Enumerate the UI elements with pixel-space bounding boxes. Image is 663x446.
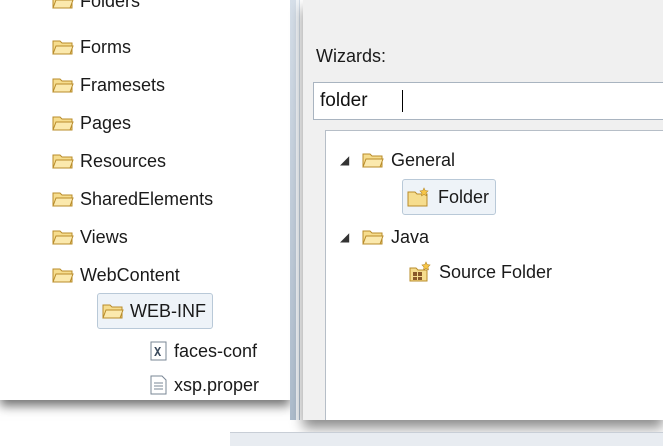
tree-item-resources[interactable]: Resources xyxy=(52,146,166,176)
project-explorer-tree: Folders Forms Framesets Pages Resources … xyxy=(0,0,290,400)
folder-icon xyxy=(52,76,74,94)
tree-item-framesets[interactable]: Framesets xyxy=(52,70,165,100)
folder-icon xyxy=(102,302,124,320)
background-window-edge xyxy=(230,432,663,446)
folder-icon xyxy=(52,114,74,132)
tree-item-label: xsp.proper xyxy=(174,375,260,395)
folder-icon xyxy=(52,0,74,10)
tree-item-label: Forms xyxy=(80,37,131,57)
folder-icon xyxy=(362,228,384,246)
tree-item-pages[interactable]: Pages xyxy=(52,108,131,138)
xml-file-icon: X xyxy=(150,341,168,361)
expanded-twisty-icon[interactable]: ◢ xyxy=(340,230,354,244)
tree-item-forms[interactable]: Forms xyxy=(52,32,131,62)
tree-item-label: Views xyxy=(80,227,128,247)
wizard-item-label: Source Folder xyxy=(439,261,553,282)
tree-item-label: Framesets xyxy=(80,75,166,95)
folder-icon xyxy=(52,190,74,208)
wizard-category-label: General xyxy=(391,149,456,170)
tree-item-webcontent[interactable]: WebContent xyxy=(52,260,180,290)
wizard-item-folder[interactable]: Folder xyxy=(402,179,497,215)
wizard-category-label: Java xyxy=(391,226,430,247)
tree-item-label: SharedElements xyxy=(80,189,214,209)
tree-scrollbar-highlight xyxy=(296,0,299,420)
folder-icon xyxy=(362,151,384,169)
tree-item-label: Pages xyxy=(80,113,132,133)
wizard-filter-input[interactable] xyxy=(313,82,663,120)
folder-icon xyxy=(52,152,74,170)
wizard-category-java[interactable]: ◢ Java xyxy=(340,222,429,252)
text-caret xyxy=(402,90,403,112)
tree-item-label: WebContent xyxy=(80,265,180,285)
tree-item-folders[interactable]: Folders xyxy=(52,0,140,16)
folder-icon xyxy=(52,38,74,56)
tree-item-web-inf[interactable]: WEB-INF xyxy=(97,293,213,329)
tree-item-faces-config[interactable]: X faces-conf xyxy=(150,336,257,366)
wizards-label: Wizards: xyxy=(316,46,387,66)
new-folder-icon xyxy=(407,187,431,207)
tree-item-views[interactable]: Views xyxy=(52,222,128,252)
svg-text:X: X xyxy=(154,345,162,359)
wizard-tree: ◢ General Folder ◢ Java Source Folder xyxy=(325,130,663,420)
wizard-item-source-folder[interactable]: Source Folder xyxy=(408,257,552,287)
wizard-category-general[interactable]: ◢ General xyxy=(340,145,455,175)
folder-icon xyxy=(52,266,74,284)
wizard-item-label: Folder xyxy=(438,186,490,207)
tree-item-xsp-properties[interactable]: xsp.proper xyxy=(150,370,259,400)
tree-item-sharedelements[interactable]: SharedElements xyxy=(52,184,213,214)
new-source-folder-icon xyxy=(408,261,432,283)
tree-item-label: faces-conf xyxy=(174,341,258,361)
expanded-twisty-icon[interactable]: ◢ xyxy=(340,153,354,167)
tree-item-label: Resources xyxy=(80,151,167,171)
folder-icon xyxy=(52,228,74,246)
new-wizard-dialog: Wizards: ◢ General Folder ◢ Java xyxy=(303,0,663,420)
tree-item-label: Folders xyxy=(80,0,141,11)
tree-item-label: WEB-INF xyxy=(130,301,206,321)
text-file-icon xyxy=(150,375,168,395)
